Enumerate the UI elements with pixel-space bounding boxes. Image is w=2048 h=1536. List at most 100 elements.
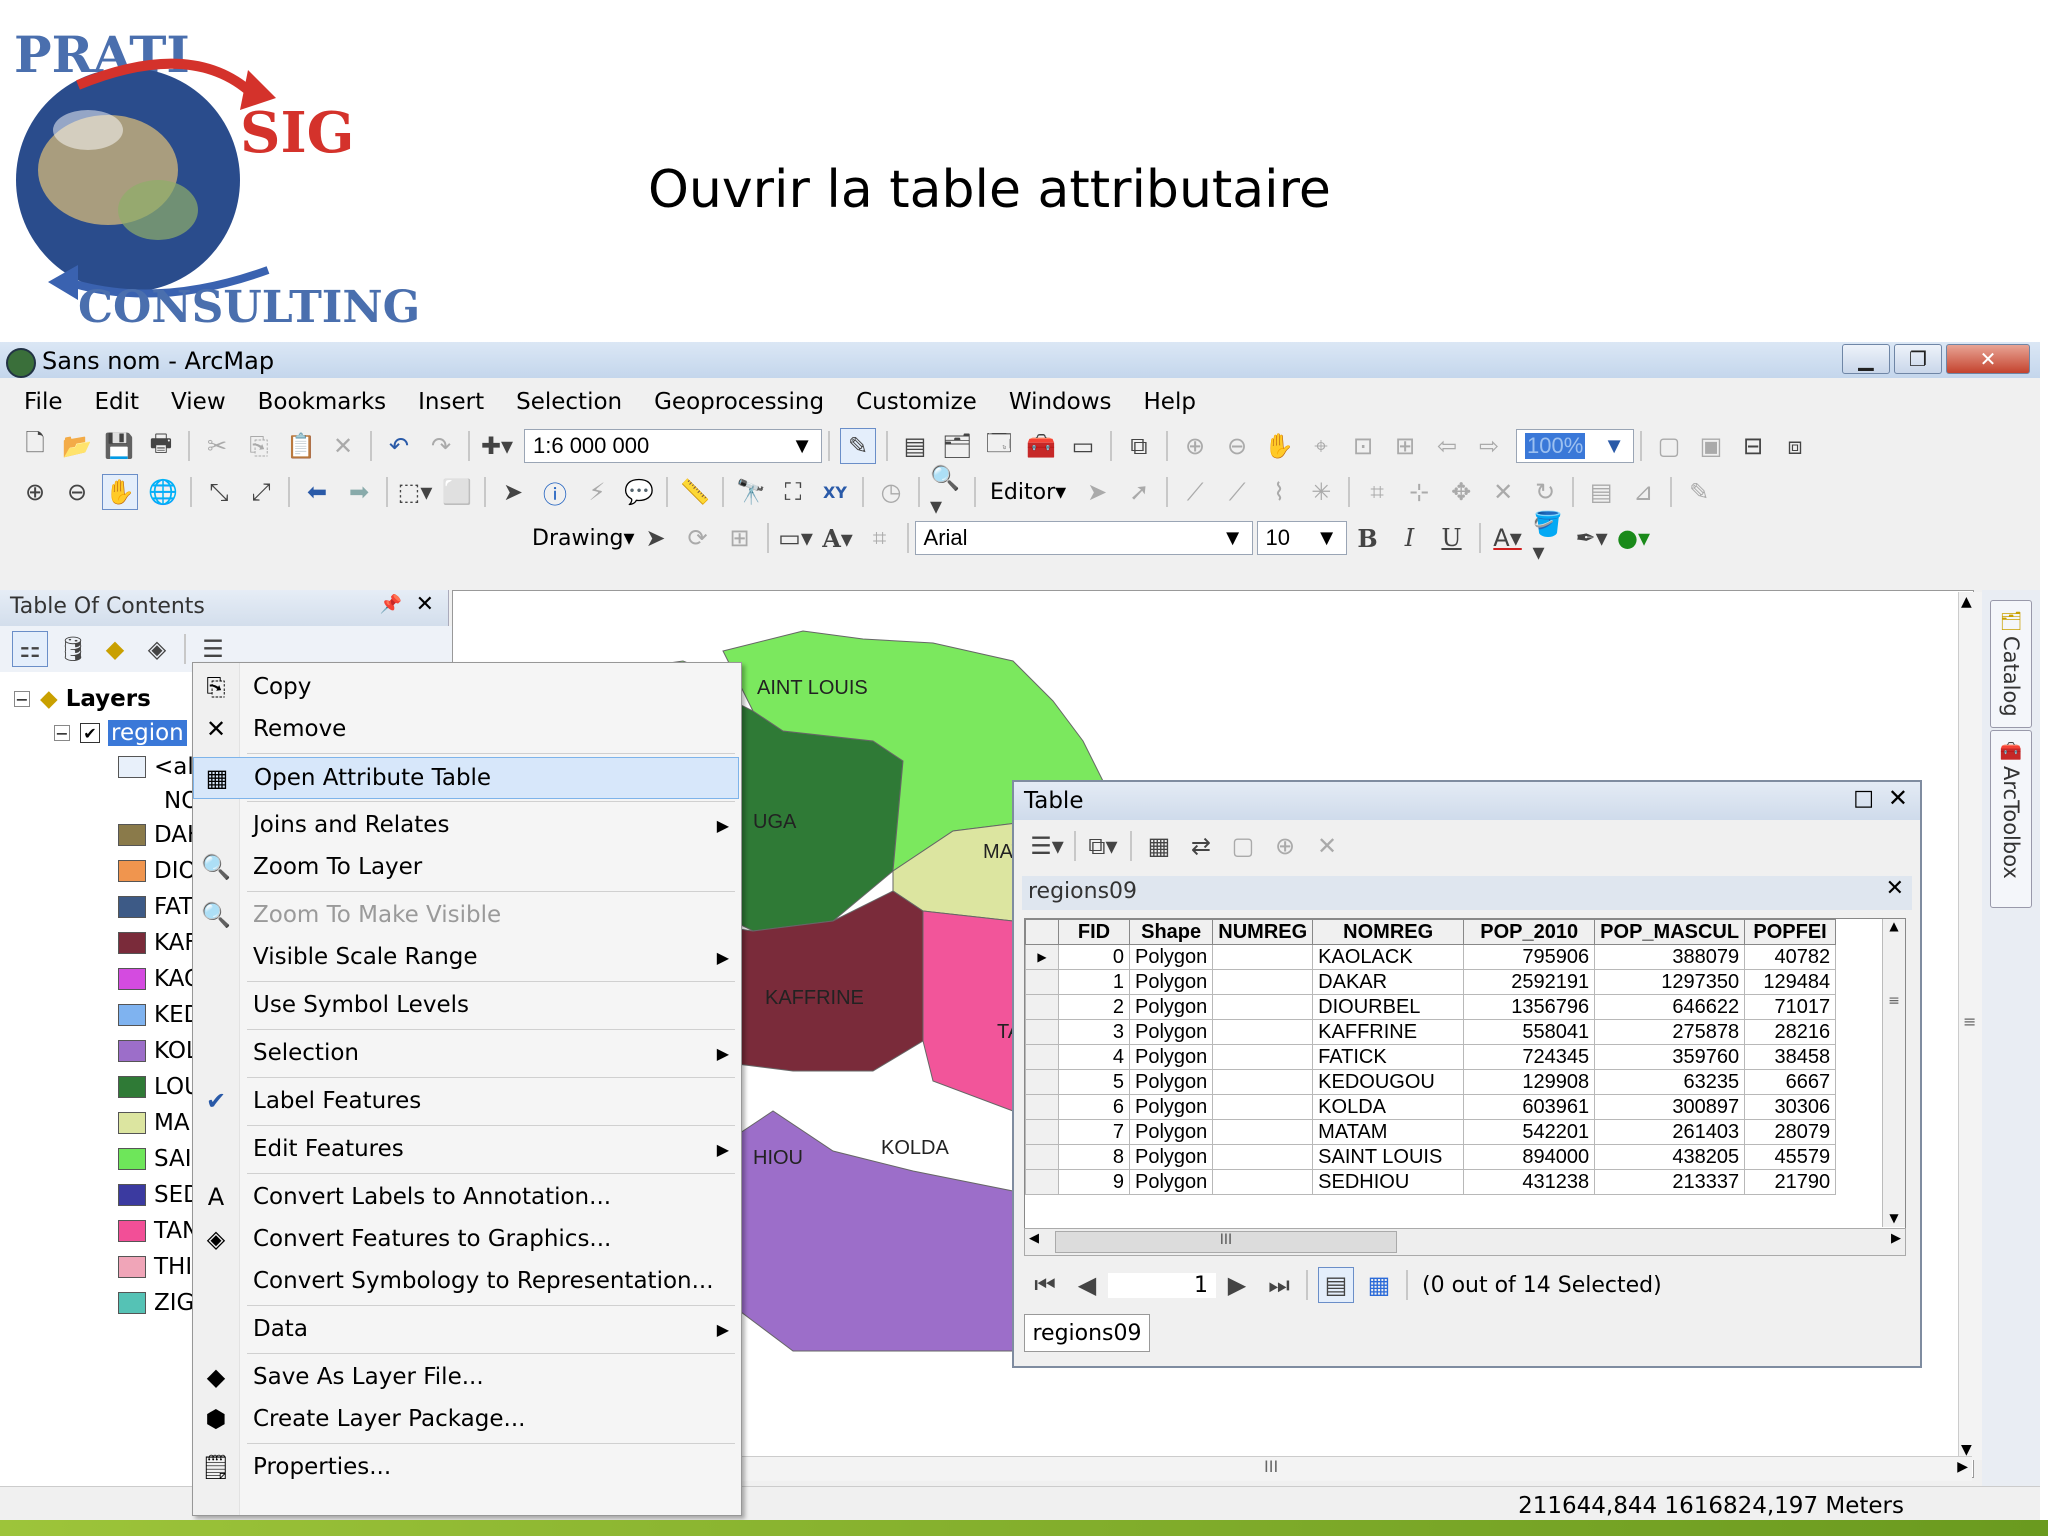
marker-color-icon[interactable]: ●▾ bbox=[1617, 521, 1651, 555]
row-selector[interactable] bbox=[1025, 1094, 1059, 1120]
table-cell[interactable]: 261403 bbox=[1594, 1119, 1746, 1145]
close-tab-icon[interactable]: ✕ bbox=[1886, 876, 1904, 901]
layout-full-extent-icon[interactable]: ⌖ bbox=[1304, 429, 1338, 463]
table-row[interactable]: 1 Polygon DAKAR 2592191 1297350 129484 bbox=[1025, 969, 1837, 995]
table-cell[interactable]: Polygon bbox=[1128, 969, 1214, 995]
related-tables-icon[interactable]: ⧉▾ bbox=[1086, 829, 1120, 863]
menu-view[interactable]: View bbox=[171, 389, 226, 415]
change-layout-icon[interactable]: ⊟ bbox=[1736, 429, 1770, 463]
layout-fixed-zoom-icon[interactable]: ⊡ bbox=[1346, 429, 1380, 463]
scroll-right-icon[interactable]: ▶ bbox=[1891, 1231, 1901, 1246]
table-cell[interactable] bbox=[1212, 1069, 1314, 1095]
layout-zoom-in-icon[interactable]: ⊕ bbox=[1178, 429, 1212, 463]
font-size-combo[interactable]: 10 ▼ bbox=[1256, 521, 1347, 555]
select-by-attributes-icon[interactable]: ▦ bbox=[1142, 829, 1176, 863]
table-cell[interactable]: 438205 bbox=[1594, 1144, 1746, 1170]
table-cell[interactable]: Polygon bbox=[1128, 1069, 1214, 1095]
identify-icon[interactable]: ⓘ bbox=[538, 475, 572, 509]
scroll-up-icon[interactable]: ▲ bbox=[1961, 594, 1972, 610]
find-route-icon[interactable]: ⛶ bbox=[776, 475, 810, 509]
collapse-icon[interactable]: − bbox=[14, 690, 30, 709]
table-cell[interactable]: KEDOUGOU bbox=[1312, 1069, 1465, 1095]
table-cell[interactable]: 359760 bbox=[1594, 1044, 1746, 1070]
table-cell[interactable]: SAINT LOUIS bbox=[1312, 1144, 1465, 1170]
endpoint-arc-icon[interactable]: ⟋ bbox=[1220, 475, 1254, 509]
menu-item-create-layer-package[interactable]: ⬢ Create Layer Package... bbox=[193, 1399, 741, 1439]
fill-color-icon[interactable]: 🪣▾ bbox=[1533, 510, 1567, 566]
layer-row-regions[interactable]: − ✔ region bbox=[54, 716, 187, 750]
table-cell[interactable]: 5 bbox=[1058, 1069, 1130, 1095]
table-cell[interactable]: MATAM bbox=[1312, 1119, 1465, 1145]
close-icon[interactable]: ✕ bbox=[1888, 784, 1908, 812]
layout-zoom-100-icon[interactable]: ⊞ bbox=[1388, 429, 1422, 463]
go-to-xy-icon[interactable]: XY bbox=[818, 475, 852, 509]
save-icon[interactable]: 💾 bbox=[102, 429, 136, 463]
create-features-icon[interactable]: ✎ bbox=[1682, 475, 1716, 509]
menu-windows[interactable]: Windows bbox=[1009, 389, 1112, 415]
first-record-icon[interactable]: ⏮ bbox=[1028, 1268, 1062, 1302]
menu-insert[interactable]: Insert bbox=[418, 389, 484, 415]
table-cell[interactable]: 38458 bbox=[1744, 1044, 1837, 1070]
grid-horizontal-scrollbar[interactable]: ◀ III ▶ bbox=[1024, 1228, 1906, 1256]
undo-icon[interactable]: ↶ bbox=[382, 429, 416, 463]
text-icon[interactable]: A▾ bbox=[821, 521, 855, 555]
table-cell[interactable]: 2 bbox=[1058, 994, 1130, 1020]
show-selected-records-icon[interactable]: ▦ bbox=[1362, 1268, 1396, 1302]
record-number-field[interactable]: 1 bbox=[1108, 1272, 1216, 1298]
table-cell[interactable] bbox=[1212, 1169, 1314, 1195]
new-document-icon[interactable]: 🗋 bbox=[18, 429, 52, 463]
menu-help[interactable]: Help bbox=[1144, 389, 1196, 415]
table-bottom-tab[interactable]: regions09 bbox=[1024, 1314, 1150, 1352]
drawing-menu[interactable]: Drawing▾ bbox=[532, 526, 635, 551]
zoom-in-icon[interactable]: ⊕ bbox=[18, 475, 52, 509]
menu-item-joins-and-relates[interactable]: Joins and Relates ▶ bbox=[193, 805, 741, 845]
open-folder-icon[interactable]: 📂 bbox=[60, 429, 94, 463]
time-slider-icon[interactable]: ◷ bbox=[874, 475, 908, 509]
scroll-up-icon[interactable]: ▲ bbox=[1883, 919, 1905, 933]
list-by-drawing-order-icon[interactable]: ⚏ bbox=[12, 631, 48, 667]
select-features-icon[interactable]: ⬚▾ bbox=[398, 475, 433, 509]
python-window-icon[interactable]: ▭ bbox=[1066, 429, 1100, 463]
menu-item-convert-features-to-graphics[interactable]: ◈ Convert Features to Graphics... bbox=[193, 1219, 741, 1259]
menu-item-properties[interactable]: 🗒 Properties... bbox=[193, 1447, 741, 1487]
layout-forward-icon[interactable]: ⇨ bbox=[1472, 429, 1506, 463]
layout-back-icon[interactable]: ⇦ bbox=[1430, 429, 1464, 463]
table-cell[interactable]: 7 bbox=[1058, 1119, 1130, 1145]
table-cell[interactable]: 8 bbox=[1058, 1144, 1130, 1170]
table-cell[interactable]: 129484 bbox=[1744, 969, 1837, 995]
model-builder-icon[interactable]: ⧉ bbox=[1122, 429, 1156, 463]
table-cell[interactable]: DIOURBEL bbox=[1312, 994, 1465, 1020]
trace-icon[interactable]: ⌇ bbox=[1262, 475, 1296, 509]
menu-item-zoom-to-make-visible[interactable]: 🔍 Zoom To Make Visible bbox=[193, 895, 741, 935]
table-row[interactable]: ▶ 0 Polygon KAOLACK 795906 388079 40782 bbox=[1025, 944, 1837, 970]
table-cell[interactable]: Polygon bbox=[1128, 1094, 1214, 1120]
menu-item-convert-symbology-to-representation[interactable]: Convert Symbology to Representation... bbox=[193, 1261, 741, 1301]
edit-annotation-icon[interactable]: ➚ bbox=[1122, 475, 1156, 509]
find-icon[interactable]: 🔭 bbox=[734, 475, 768, 509]
table-cell[interactable]: 9 bbox=[1058, 1169, 1130, 1195]
list-by-source-icon[interactable]: 🛢 bbox=[56, 632, 90, 666]
clear-selection-icon[interactable]: ⬜ bbox=[440, 475, 474, 509]
table-cell[interactable]: 6667 bbox=[1744, 1069, 1837, 1095]
table-cell[interactable]: 603961 bbox=[1463, 1094, 1596, 1120]
menu-item-copy[interactable]: ⎘ Copy bbox=[193, 667, 741, 707]
table-cell[interactable]: KAOLACK bbox=[1312, 944, 1465, 970]
underline-icon[interactable]: U bbox=[1435, 521, 1469, 555]
go-forward-icon[interactable]: ➡ bbox=[342, 475, 376, 509]
next-record-icon[interactable]: ▶ bbox=[1220, 1268, 1254, 1302]
cut-icon[interactable]: ✂ bbox=[200, 429, 234, 463]
minimize-button[interactable]: ▁ bbox=[1842, 344, 1890, 374]
italic-icon[interactable]: I bbox=[1393, 521, 1427, 555]
table-row[interactable]: 8 Polygon SAINT LOUIS 894000 438205 45579 bbox=[1025, 1144, 1837, 1170]
row-selector[interactable] bbox=[1025, 1144, 1059, 1170]
table-cell[interactable]: 0 bbox=[1058, 944, 1130, 970]
table-of-contents-icon[interactable]: ▤ bbox=[898, 429, 932, 463]
menu-item-convert-labels-to-annotation[interactable]: A Convert Labels to Annotation... bbox=[193, 1177, 741, 1217]
table-row[interactable]: 6 Polygon KOLDA 603961 300897 30306 bbox=[1025, 1094, 1837, 1120]
delete-selected-icon[interactable]: ✕ bbox=[1310, 829, 1344, 863]
table-cell[interactable]: Polygon bbox=[1128, 944, 1214, 970]
table-cell[interactable]: SEDHIOU bbox=[1312, 1169, 1465, 1195]
point-icon[interactable]: ✳ bbox=[1304, 475, 1338, 509]
table-cell[interactable]: 40782 bbox=[1744, 944, 1837, 970]
table-cell[interactable]: 275878 bbox=[1594, 1019, 1746, 1045]
